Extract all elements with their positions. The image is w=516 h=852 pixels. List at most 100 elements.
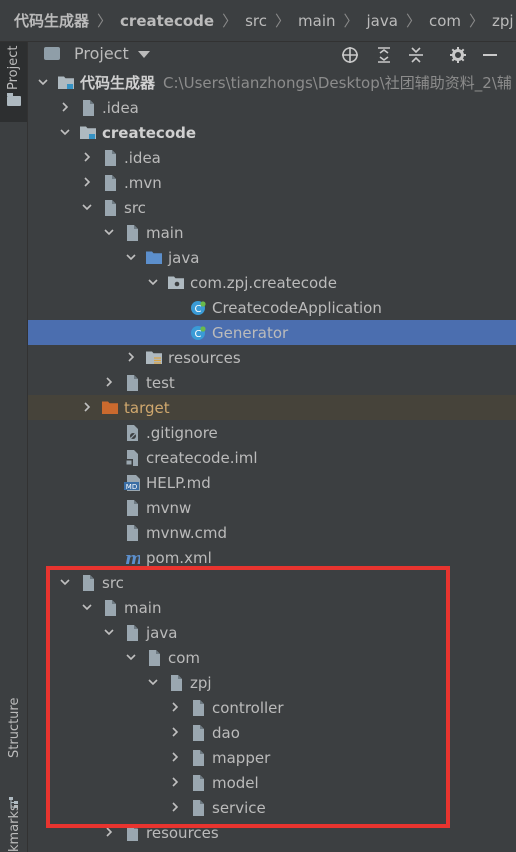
chevron-right-icon[interactable] bbox=[170, 752, 180, 762]
chevron-down-icon[interactable] bbox=[104, 627, 114, 637]
tree-item-label: 代码生成器 C:\Users\tianzhongs\Desktop\社团辅助资料_… bbox=[80, 72, 512, 93]
breadcrumb-separator-icon: 〉 bbox=[97, 12, 113, 30]
collapse-all-icon[interactable] bbox=[404, 44, 428, 66]
chevron-right-icon[interactable] bbox=[60, 102, 70, 112]
tree-item-name: controller bbox=[212, 698, 284, 717]
chevron-down-icon[interactable] bbox=[82, 202, 92, 212]
breadcrumb-item[interactable]: src bbox=[245, 12, 267, 30]
tree-item-label: java bbox=[146, 624, 177, 642]
tree-row[interactable]: zpj bbox=[28, 670, 516, 695]
tree-item-label: com bbox=[168, 649, 200, 667]
tree-row[interactable]: .gitignore bbox=[28, 420, 516, 445]
tree-item-label: .mvn bbox=[124, 174, 162, 192]
chevron-right-icon[interactable] bbox=[104, 827, 114, 837]
tree-item-label: Generator bbox=[212, 324, 288, 342]
tree-row[interactable]: C Generator bbox=[28, 320, 516, 345]
tree-row[interactable]: src bbox=[28, 195, 516, 220]
tree-row[interactable]: .idea bbox=[28, 145, 516, 170]
chevron-down-icon[interactable] bbox=[104, 227, 114, 237]
tree-row[interactable]: 代码生成器 C:\Users\tianzhongs\Desktop\社团辅助资料_… bbox=[28, 70, 516, 95]
tree-row[interactable]: mapper bbox=[28, 745, 516, 770]
tree-row[interactable]: java bbox=[28, 245, 516, 270]
chevron-down-icon[interactable] bbox=[60, 577, 70, 587]
tree-item-label: mapper bbox=[212, 749, 270, 767]
chevron-right-icon[interactable] bbox=[104, 377, 114, 387]
panel-title[interactable]: Project bbox=[74, 44, 129, 63]
chevron-down-icon[interactable] bbox=[60, 127, 70, 137]
tree-row[interactable]: main bbox=[28, 220, 516, 245]
chevron-right-icon[interactable] bbox=[126, 352, 136, 362]
tree-row[interactable]: createcode.iml bbox=[28, 445, 516, 470]
folder-icon bbox=[102, 200, 118, 216]
chevron-right-icon[interactable] bbox=[170, 727, 180, 737]
chevron-down-icon[interactable] bbox=[82, 602, 92, 612]
class-icon: C bbox=[190, 325, 206, 340]
chevron-right-icon[interactable] bbox=[82, 152, 92, 162]
tree-row[interactable]: service bbox=[28, 795, 516, 820]
tree-item-path: C:\Users\tianzhongs\Desktop\社团辅助资料_2\辅 bbox=[163, 74, 512, 92]
tree-item-name: CreatecodeApplication bbox=[212, 298, 382, 317]
tree-item-label: createcode.iml bbox=[146, 449, 258, 467]
svg-text:m: m bbox=[125, 550, 140, 566]
locate-file-icon[interactable] bbox=[338, 44, 362, 66]
chevron-down-icon[interactable] bbox=[126, 252, 136, 262]
chevron-right-icon[interactable] bbox=[170, 802, 180, 812]
tree-row[interactable]: MD HELP.md bbox=[28, 470, 516, 495]
project-tool-button[interactable]: Project bbox=[0, 42, 27, 122]
tree-item-name: zpj bbox=[190, 673, 212, 692]
chevron-right-icon[interactable] bbox=[170, 777, 180, 787]
tree-row[interactable]: .idea bbox=[28, 95, 516, 120]
chevron-down-icon[interactable] bbox=[148, 277, 158, 287]
tree-row[interactable]: model bbox=[28, 770, 516, 795]
tree-item-label: pom.xml bbox=[146, 549, 212, 567]
package-icon bbox=[168, 275, 184, 290]
tree-row[interactable]: main bbox=[28, 595, 516, 620]
tree-row[interactable]: test bbox=[28, 370, 516, 395]
folder-icon bbox=[190, 775, 206, 791]
chevron-right-icon[interactable] bbox=[170, 702, 180, 712]
tree-item-label: .idea bbox=[102, 99, 139, 117]
tree-row[interactable]: target bbox=[28, 395, 516, 420]
breadcrumb-item[interactable]: createcode bbox=[120, 12, 214, 30]
tree-row[interactable]: resources bbox=[28, 345, 516, 370]
chevron-down-icon[interactable] bbox=[38, 77, 48, 87]
tree-item-name: .idea bbox=[102, 98, 139, 117]
tree-row[interactable]: dao bbox=[28, 720, 516, 745]
breadcrumb-item[interactable]: main bbox=[298, 12, 335, 30]
gear-icon[interactable] bbox=[446, 44, 470, 66]
tree-row[interactable]: createcode bbox=[28, 120, 516, 145]
tree-item-label: resources bbox=[168, 349, 241, 367]
chevron-down-icon[interactable] bbox=[148, 677, 158, 687]
breadcrumb-item[interactable]: com bbox=[429, 12, 461, 30]
folder-icon bbox=[124, 825, 140, 841]
tree-row[interactable]: .mvn bbox=[28, 170, 516, 195]
tree-row[interactable]: controller bbox=[28, 695, 516, 720]
tree-row[interactable]: src bbox=[28, 570, 516, 595]
folder-icon bbox=[80, 575, 96, 591]
tree-item-name: resources bbox=[146, 823, 219, 842]
breadcrumb-item[interactable]: 代码生成器 bbox=[14, 10, 89, 31]
tree-row[interactable]: m pom.xml bbox=[28, 545, 516, 570]
tree-item-label: model bbox=[212, 774, 259, 792]
tree-row[interactable]: com bbox=[28, 645, 516, 670]
expand-all-icon[interactable] bbox=[372, 44, 396, 66]
project-tool-label: Project bbox=[6, 45, 21, 90]
gitignore-file-icon bbox=[124, 425, 140, 441]
excluded-folder-icon bbox=[102, 400, 118, 415]
tree-row[interactable]: java bbox=[28, 620, 516, 645]
tree-row[interactable]: com.zpj.createcode bbox=[28, 270, 516, 295]
tree-item-name: src bbox=[124, 198, 146, 217]
tree-row[interactable]: mvnw.cmd bbox=[28, 520, 516, 545]
chevron-down-icon[interactable] bbox=[126, 652, 136, 662]
breadcrumb-item[interactable]: zpj bbox=[492, 12, 514, 30]
chevron-right-icon[interactable] bbox=[82, 177, 92, 187]
hide-panel-icon[interactable] bbox=[478, 44, 502, 66]
tree-row[interactable]: mvnw bbox=[28, 495, 516, 520]
view-dropdown-icon[interactable] bbox=[138, 51, 150, 58]
chevron-right-icon[interactable] bbox=[82, 402, 92, 412]
tree-item-name: src bbox=[102, 573, 124, 592]
project-tree[interactable]: 代码生成器 C:\Users\tianzhongs\Desktop\社团辅助资料_… bbox=[28, 70, 516, 852]
breadcrumb-item[interactable]: java bbox=[367, 12, 398, 30]
tree-row[interactable]: resources bbox=[28, 820, 516, 845]
tree-row[interactable]: C CreatecodeApplication bbox=[28, 295, 516, 320]
